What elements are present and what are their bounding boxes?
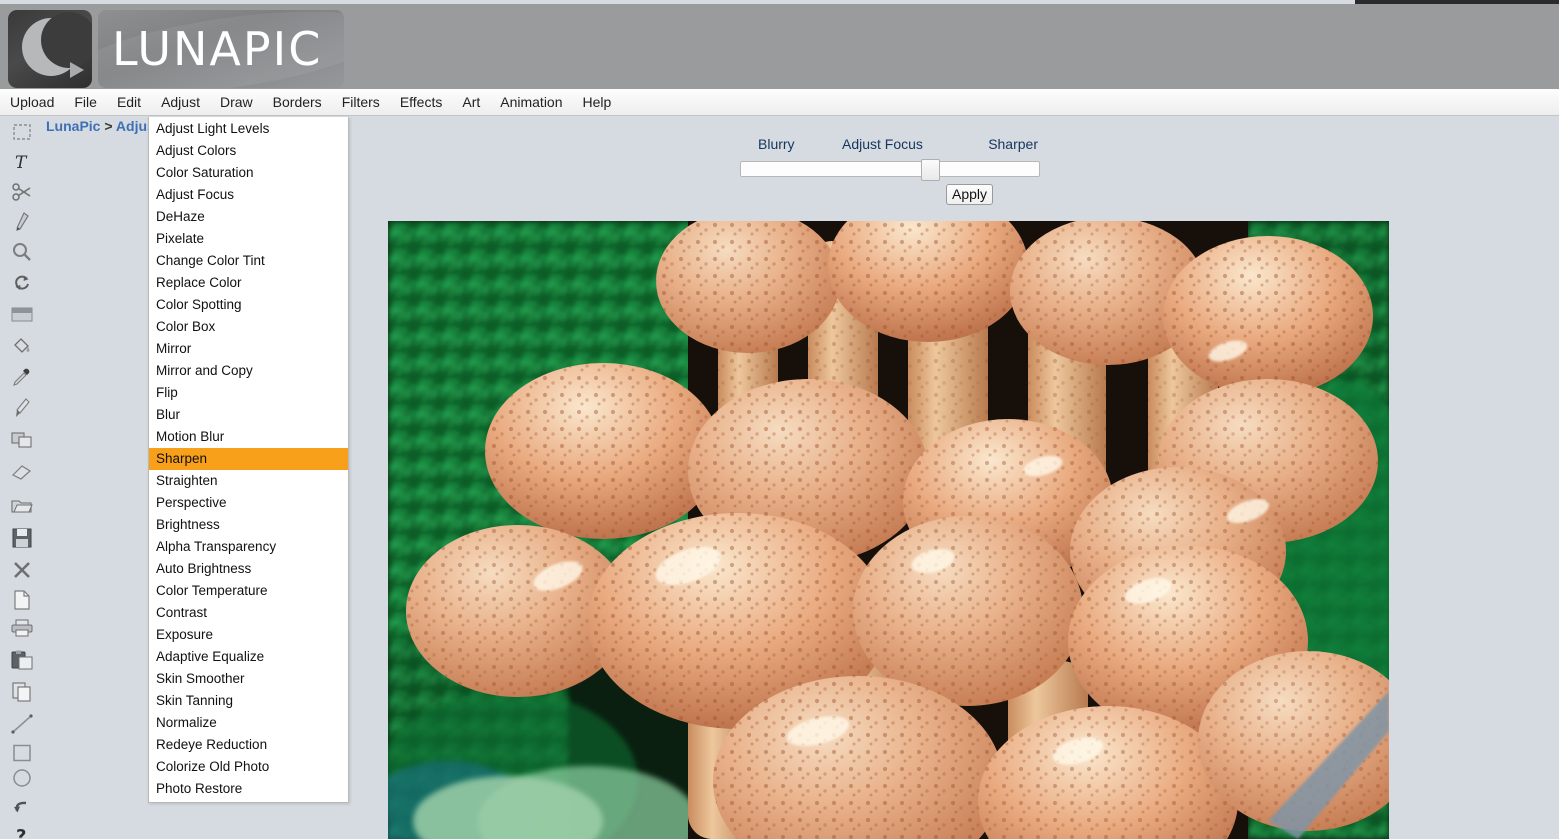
mushroom-photo — [388, 221, 1389, 839]
menu-item-art[interactable]: Art — [452, 89, 490, 115]
menu-item-animation[interactable]: Animation — [490, 89, 572, 115]
adjust-menu-item[interactable]: Perspective — [149, 492, 348, 514]
logo-plate: LUNAPIC — [98, 10, 344, 88]
menu-item-help[interactable]: Help — [573, 89, 622, 115]
paste-clipboard-icon[interactable] — [8, 646, 36, 674]
adjust-menu-item[interactable]: Color Box — [149, 316, 348, 338]
adjust-menu-item[interactable]: Color Saturation — [149, 162, 348, 184]
lunapic-app-window: LUNAPIC Upload File Edit Adjust Draw Bor… — [0, 0, 1559, 839]
undo-icon[interactable] — [8, 793, 36, 821]
adjust-menu-item[interactable]: Color Temperature — [149, 580, 348, 602]
open-folder-icon[interactable] — [8, 492, 36, 520]
lunapic-logo[interactable]: LUNAPIC — [8, 10, 344, 88]
adjust-menu-item[interactable]: Sharpen — [149, 448, 348, 470]
adjust-menu-item[interactable]: Motion Blur — [149, 426, 348, 448]
line-icon[interactable] — [8, 710, 36, 738]
main-menubar: Upload File Edit Adjust Draw Borders Fil… — [0, 89, 1559, 116]
adjust-menu-item[interactable]: Mirror — [149, 338, 348, 360]
copy-icon[interactable] — [8, 678, 36, 706]
printer-icon[interactable] — [8, 614, 36, 642]
menu-item-upload[interactable]: Upload — [0, 89, 64, 115]
adjust-menu-item[interactable]: Skin Tanning — [149, 690, 348, 712]
adjust-menu-item[interactable]: Mirror and Copy — [149, 360, 348, 382]
adjust-menu-item[interactable]: Normalize — [149, 712, 348, 734]
logo-arrow-icon — [70, 62, 84, 78]
focus-slider-thumb[interactable] — [920, 159, 940, 181]
svg-text:T: T — [15, 153, 28, 172]
focus-slider-track[interactable] — [740, 159, 1040, 181]
adjust-menu-item[interactable]: Change Color Tint — [149, 250, 348, 272]
magnifier-icon[interactable] — [8, 238, 36, 266]
adjust-menu-item[interactable]: DeHaze — [149, 206, 348, 228]
left-toolbar: T ? — [0, 116, 44, 839]
menu-item-edit[interactable]: Edit — [107, 89, 151, 115]
adjust-dropdown-menu: Adjust Light Levels Adjust Colors Color Sa… — [148, 117, 349, 803]
adjust-menu-item[interactable]: Adjust Light Levels — [149, 118, 348, 140]
apply-button[interactable]: Apply — [946, 184, 993, 205]
adjust-focus-controls: Blurry Adjust Focus Sharper Apply — [700, 136, 1080, 208]
menu-item-borders[interactable]: Borders — [263, 89, 332, 115]
help-question-icon[interactable]: ? — [8, 821, 36, 839]
crescent-moon-cutout — [41, 12, 92, 68]
image-canvas[interactable] — [388, 221, 1389, 839]
adjust-menu-item[interactable]: Alpha Transparency — [149, 536, 348, 558]
save-floppy-icon[interactable] — [8, 524, 36, 552]
slider-label-center: Adjust Focus — [842, 136, 923, 152]
adjust-menu-item[interactable]: Straighten — [149, 470, 348, 492]
adjust-menu-item[interactable]: Skin Smoother — [149, 668, 348, 690]
breadcrumb-root[interactable]: LunaPic — [46, 118, 100, 134]
logo-wordmark: LUNAPIC — [112, 22, 323, 76]
adjust-menu-item[interactable]: Brightness — [149, 514, 348, 536]
adjust-menu-item[interactable]: Adjust Colors — [149, 140, 348, 162]
adjust-menu-item[interactable]: Photo Restore — [149, 778, 348, 800]
slider-labels: Blurry Adjust Focus Sharper — [720, 136, 1060, 156]
svg-text:?: ? — [16, 826, 26, 839]
eraser-block-icon[interactable] — [8, 301, 36, 329]
new-document-icon[interactable] — [8, 586, 36, 614]
adjust-menu-item[interactable]: Redeye Reduction — [149, 734, 348, 756]
adjust-menu-item[interactable]: Auto Brightness — [149, 558, 348, 580]
menu-item-draw[interactable]: Draw — [210, 89, 263, 115]
adjust-menu-item[interactable]: Pixelate — [149, 228, 348, 250]
text-icon[interactable]: T — [8, 148, 36, 176]
eraser-icon[interactable] — [8, 458, 36, 486]
adjust-menu-item[interactable]: Replace Color — [149, 272, 348, 294]
paint-bucket-icon[interactable] — [8, 332, 36, 360]
logo-badge — [8, 10, 92, 88]
eyedropper-icon[interactable] — [8, 363, 36, 391]
adjust-menu-item[interactable]: Colorize Old Photo — [149, 756, 348, 778]
menu-item-file[interactable]: File — [64, 89, 107, 115]
adjust-menu-item[interactable]: Flip — [149, 382, 348, 404]
close-x-icon[interactable] — [8, 556, 36, 584]
pencil-icon[interactable] — [8, 208, 36, 236]
selection-marquee-icon[interactable] — [8, 118, 36, 146]
brush-icon[interactable] — [8, 394, 36, 422]
circle-icon[interactable] — [8, 764, 36, 792]
slider-label-right: Sharper — [988, 136, 1038, 152]
rotate-icon[interactable] — [8, 269, 36, 297]
breadcrumb-separator: > — [104, 118, 113, 134]
adjust-menu-item[interactable]: Color Spotting — [149, 294, 348, 316]
slider-label-left: Blurry — [758, 136, 795, 152]
app-banner: LUNAPIC — [0, 4, 1559, 89]
clone-stamp-icon[interactable] — [8, 426, 36, 454]
menu-item-effects[interactable]: Effects — [390, 89, 453, 115]
menu-item-adjust[interactable]: Adjust — [151, 89, 210, 115]
scissors-icon[interactable] — [8, 178, 36, 206]
adjust-menu-item[interactable]: Blur — [149, 404, 348, 426]
rectangle-icon[interactable] — [8, 739, 36, 767]
adjust-menu-item[interactable]: Adjust Focus — [149, 184, 348, 206]
menu-item-filters[interactable]: Filters — [332, 89, 390, 115]
adjust-menu-item[interactable]: Exposure — [149, 624, 348, 646]
breadcrumb: LunaPic > Adjust — [46, 118, 159, 134]
adjust-menu-item[interactable]: Adaptive Equalize — [149, 646, 348, 668]
adjust-menu-item[interactable]: Contrast — [149, 602, 348, 624]
